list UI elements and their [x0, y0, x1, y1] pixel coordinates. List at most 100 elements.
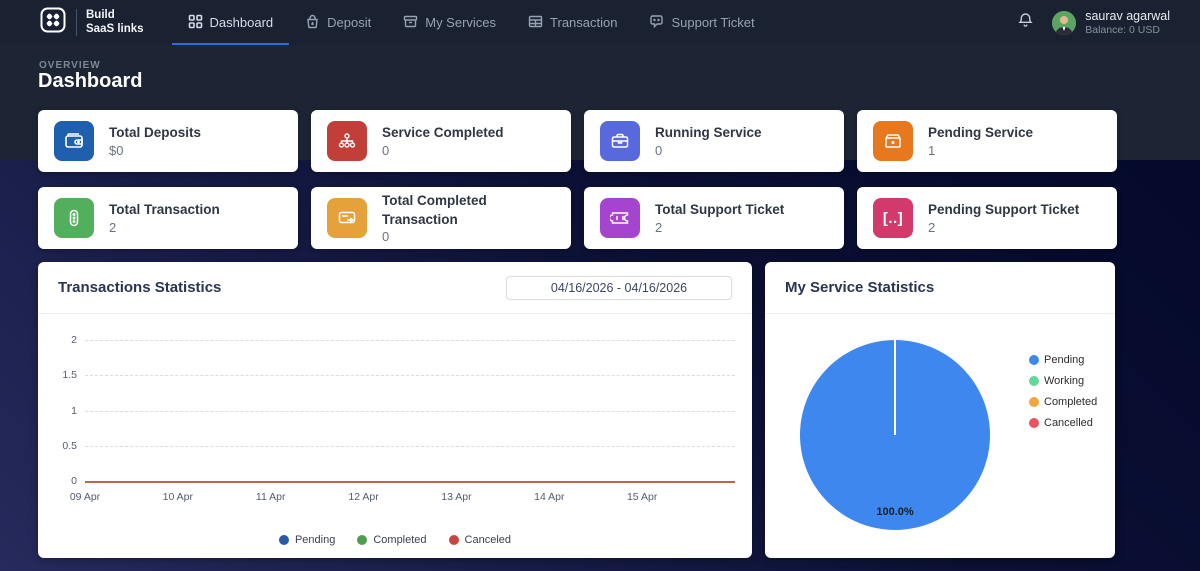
legend-item-canceled[interactable]: Canceled [449, 534, 511, 546]
notification-bell-icon[interactable] [1017, 12, 1034, 34]
nav-item-my-services[interactable]: My Services [387, 0, 512, 45]
stat-label: Total Transaction [109, 201, 220, 219]
main-nav: Dashboard Deposit My Services [172, 0, 771, 45]
stat-value: 2 [928, 220, 1079, 235]
stat-label: Pending Support Ticket [928, 201, 1079, 219]
gridline [85, 375, 735, 376]
legend-dot-icon [1029, 397, 1039, 407]
y-axis-tick: 0 [41, 475, 77, 487]
services-box-icon [403, 14, 418, 32]
stat-value: 2 [655, 220, 784, 235]
traffic-pill-icon [54, 198, 94, 238]
pie-legend-item-completed[interactable]: Completed [1029, 396, 1097, 408]
bracket-dots-icon: [..] [873, 198, 913, 238]
legend-label: Cancelled [1044, 417, 1093, 429]
archive-box-icon [873, 121, 913, 161]
pie-chart[interactable]: 100.0% [800, 340, 990, 530]
credit-card-icon [327, 198, 367, 238]
nav-label: Deposit [327, 15, 371, 30]
x-axis-tick: 09 Apr [70, 491, 100, 503]
gridline [85, 446, 735, 447]
x-axis-tick: 13 Apr [441, 491, 471, 503]
x-axis-tick: 12 Apr [348, 491, 378, 503]
pie-legend: Pending Working Completed Cancelled [1029, 354, 1097, 429]
legend-dot-icon [279, 535, 289, 545]
service-statistics-panel: My Service Statistics 100.0% Pending Work… [765, 262, 1115, 558]
date-range-input[interactable] [506, 276, 732, 300]
dashboard-grid-icon [188, 14, 203, 32]
stat-card-pending-service[interactable]: Pending Service 1 [857, 110, 1117, 172]
service-panel-title: My Service Statistics [785, 279, 934, 296]
pie-legend-item-pending[interactable]: Pending [1029, 354, 1097, 366]
stat-card-pending-support-ticket[interactable]: [..] Pending Support Ticket 2 [857, 187, 1117, 249]
avatar [1052, 11, 1076, 35]
legend-dot-icon [1029, 355, 1039, 365]
user-name: saurav agarwal [1085, 9, 1170, 25]
support-chat-icon [649, 14, 664, 32]
legend-dot-icon [1029, 376, 1039, 386]
legend-dot-icon [449, 535, 459, 545]
stat-label: Total Deposits [109, 124, 201, 142]
user-menu[interactable]: saurav agarwal Balance: 0 USD [1052, 9, 1170, 37]
nav-label: My Services [425, 15, 496, 30]
brand-logo[interactable]: Build SaaS links [40, 7, 144, 38]
line-chart-plot: 21.510.5009 Apr10 Apr11 Apr12 Apr13 Apr1… [85, 340, 735, 481]
transactions-statistics-panel: Transactions Statistics 21.510.5009 Apr1… [38, 262, 752, 558]
stat-value: $0 [109, 143, 201, 158]
pie-legend-item-working[interactable]: Working [1029, 375, 1097, 387]
stat-value: 1 [928, 143, 1033, 158]
y-axis-tick: 0.5 [41, 440, 77, 452]
stat-label: Service Completed [382, 124, 504, 142]
line-chart-legend: Pending Completed Canceled [38, 534, 752, 546]
page-title: Dashboard [38, 70, 142, 93]
stat-card-total-support-ticket[interactable]: Total Support Ticket 2 [584, 187, 844, 249]
legend-label: Completed [373, 534, 426, 546]
x-axis-tick: 10 Apr [163, 491, 193, 503]
nav-label: Support Ticket [671, 15, 754, 30]
nav-item-support-ticket[interactable]: Support Ticket [633, 0, 770, 45]
nav-item-deposit[interactable]: Deposit [289, 0, 387, 45]
legend-label: Canceled [465, 534, 511, 546]
stat-value: 0 [382, 229, 555, 244]
stat-label: Total Support Ticket [655, 201, 784, 219]
stat-card-total-completed-transaction[interactable]: Total Completed Transaction 0 [311, 187, 571, 249]
nav-item-dashboard[interactable]: Dashboard [172, 0, 290, 45]
flat-series-line-at-zero [85, 481, 735, 483]
gridline [85, 340, 735, 341]
transaction-table-icon [528, 14, 543, 32]
deposit-bag-icon [305, 14, 320, 32]
stat-label: Running Service [655, 124, 762, 142]
sitemap-icon [327, 121, 367, 161]
legend-dot-icon [1029, 418, 1039, 428]
pie-data-label: 100.0% [800, 506, 990, 518]
stat-card-total-deposits[interactable]: Total Deposits $0 [38, 110, 298, 172]
stats-grid: Total Deposits $0 Service Completed 0 Ru… [38, 110, 1117, 249]
y-axis-tick: 2 [41, 334, 77, 346]
user-balance: Balance: 0 USD [1085, 24, 1170, 36]
brand-name: Build SaaS links [76, 9, 144, 35]
stat-value: 0 [655, 143, 762, 158]
nav-label: Dashboard [210, 15, 274, 30]
x-axis-tick: 11 Apr [256, 491, 286, 503]
pie-legend-item-cancelled[interactable]: Cancelled [1029, 417, 1097, 429]
x-axis-tick: 14 Apr [534, 491, 564, 503]
stat-label: Total Completed Transaction [382, 192, 555, 228]
nav-label: Transaction [550, 15, 617, 30]
legend-label: Working [1044, 375, 1084, 387]
legend-item-completed[interactable]: Completed [357, 534, 426, 546]
stat-card-service-completed[interactable]: Service Completed 0 [311, 110, 571, 172]
y-axis-tick: 1 [41, 405, 77, 417]
top-navbar: Build SaaS links Dashboard Deposit [0, 0, 1200, 45]
ticket-icon [600, 198, 640, 238]
stat-value: 2 [109, 220, 220, 235]
wallet-icon [54, 121, 94, 161]
legend-item-pending[interactable]: Pending [279, 534, 335, 546]
nav-item-transaction[interactable]: Transaction [512, 0, 633, 45]
legend-label: Pending [295, 534, 335, 546]
brand-logo-icon [40, 7, 66, 38]
stat-value: 0 [382, 143, 504, 158]
stat-label: Pending Service [928, 124, 1033, 142]
stat-card-running-service[interactable]: Running Service 0 [584, 110, 844, 172]
stat-card-total-transaction[interactable]: Total Transaction 2 [38, 187, 298, 249]
y-axis-tick: 1.5 [41, 369, 77, 381]
